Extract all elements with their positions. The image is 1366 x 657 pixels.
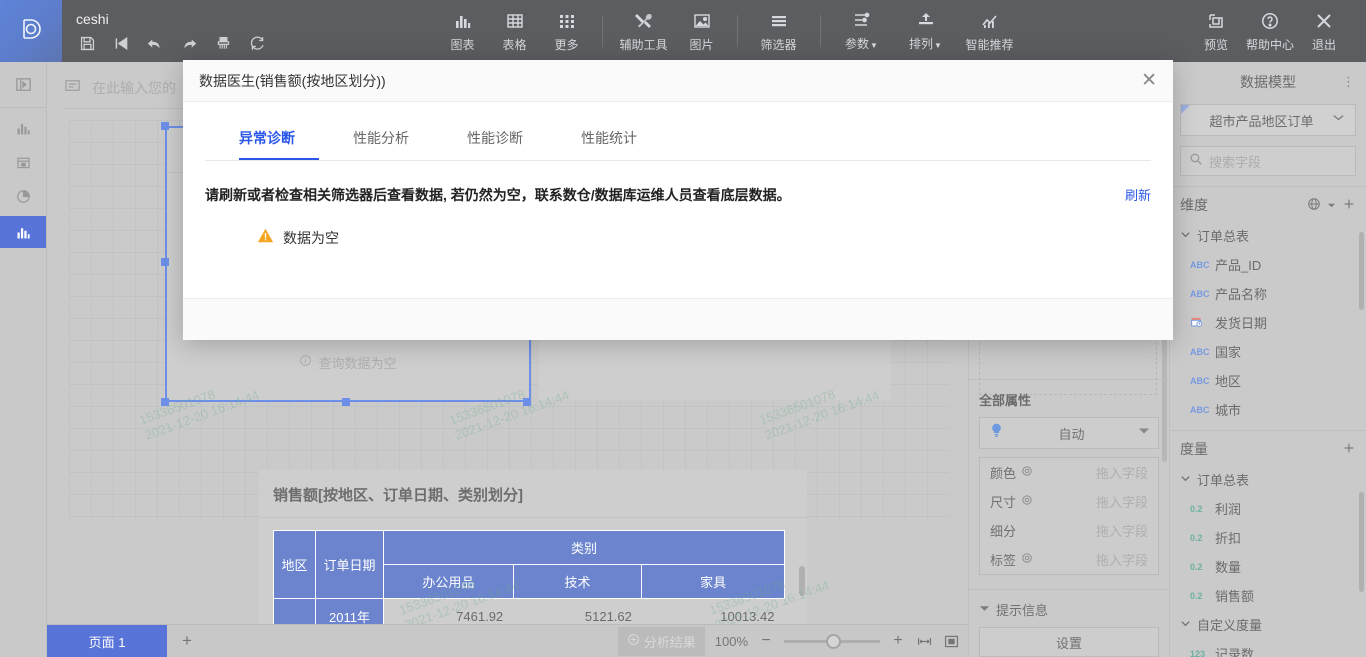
dialog-message: 请刷新或者检查相关筛选器后查看数据, 若仍然为空，联系数仓/数据库运维人员查看底… xyxy=(205,185,1113,205)
tab-performance-diagnosis-label: 性能诊断 xyxy=(467,130,523,146)
dialog-body: 请刷新或者检查相关筛选器后查看数据, 若仍然为空，联系数仓/数据库运维人员查看底… xyxy=(183,161,1173,249)
application-root: ceshi xyxy=(0,0,1366,657)
tab-performance-statistics[interactable]: 性能统计 xyxy=(581,128,695,160)
dialog-title: 数据医生(销售额(按地区划分)) xyxy=(199,71,1141,91)
close-icon[interactable]: ✕ xyxy=(1141,71,1157,90)
dialog-message-row: 请刷新或者检查相关筛选器后查看数据, 若仍然为空，联系数仓/数据库运维人员查看底… xyxy=(205,185,1151,205)
dialog-warning-text: 数据为空 xyxy=(283,228,339,248)
tab-anomaly-diagnosis-label: 异常诊断 xyxy=(239,130,295,146)
dialog-tabs: 异常诊断 性能分析 性能诊断 性能统计 xyxy=(183,102,1173,160)
dialog-warning-row: 数据为空 xyxy=(205,227,1151,249)
tab-anomaly-diagnosis[interactable]: 异常诊断 xyxy=(239,128,353,160)
refresh-link-label: 刷新 xyxy=(1125,188,1151,203)
warning-triangle-icon xyxy=(257,227,274,249)
tab-performance-analysis-label: 性能分析 xyxy=(353,130,409,146)
tab-performance-diagnosis[interactable]: 性能诊断 xyxy=(467,128,581,160)
dialog-header: 数据医生(销售额(按地区划分)) ✕ xyxy=(183,60,1173,102)
tab-performance-analysis[interactable]: 性能分析 xyxy=(353,128,467,160)
refresh-link[interactable]: 刷新 xyxy=(1113,185,1151,204)
dialog-footer xyxy=(183,298,1173,340)
tab-performance-statistics-label: 性能统计 xyxy=(581,130,637,146)
data-doctor-dialog: 数据医生(销售额(按地区划分)) ✕ 异常诊断 性能分析 性能诊断 性能统计 请… xyxy=(183,60,1173,340)
